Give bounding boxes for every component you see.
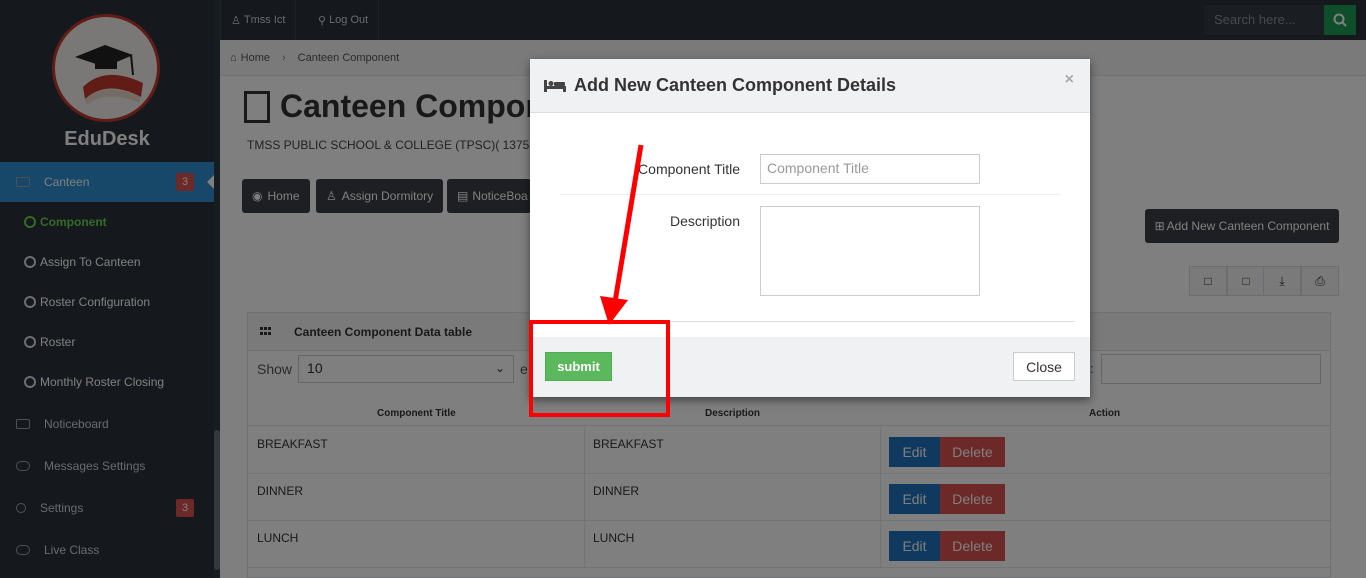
component-title-input[interactable]: Component Title <box>760 154 980 184</box>
close-button[interactable]: Close <box>1013 352 1075 381</box>
description-label: Description <box>669 213 740 229</box>
bed-icon <box>544 79 566 92</box>
modal-title: Add New Canteen Component Details <box>574 75 897 95</box>
form-divider <box>560 194 1060 195</box>
component-title-label: Component Title <box>638 161 740 177</box>
description-textarea[interactable] <box>760 206 980 296</box>
annotation-highlight-box <box>529 320 670 417</box>
close-icon[interactable]: × <box>1065 71 1074 89</box>
modal-header: Add New Canteen Component Details <box>530 59 1090 113</box>
